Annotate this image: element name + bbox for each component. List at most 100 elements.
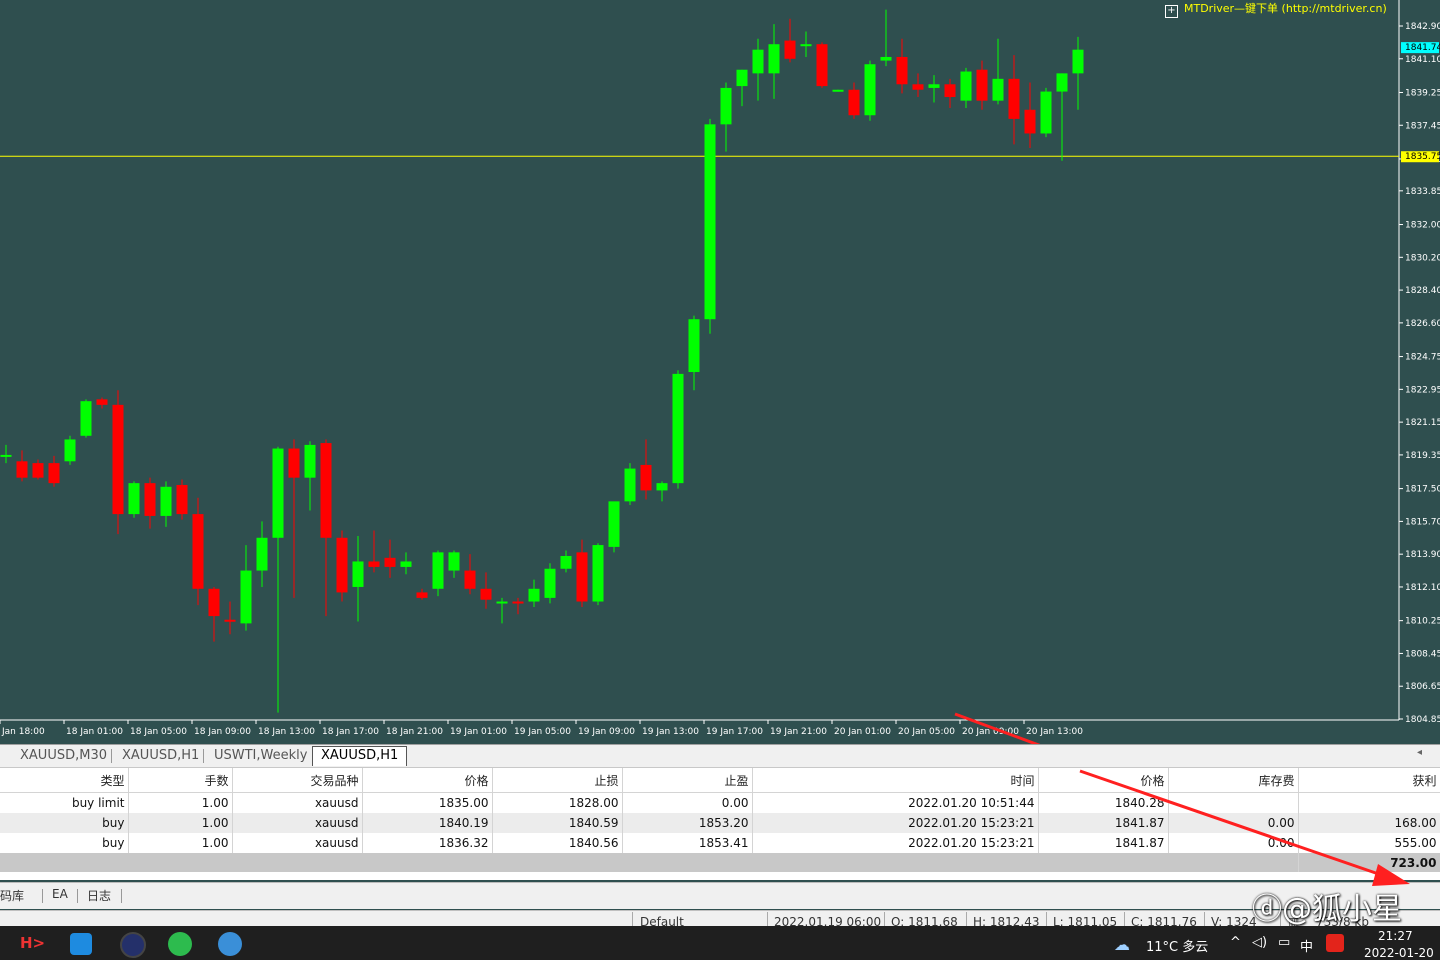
price-tick-label: 1815.70 [1405, 517, 1440, 527]
order-current-price: 1841.87 [1038, 813, 1169, 833]
tab-uswti-weekly[interactable]: USWTI,Weekly [206, 747, 315, 765]
col-symbol[interactable]: 交易品种 [232, 768, 363, 793]
order-sl: 1828.00 [492, 792, 623, 813]
order-row[interactable]: buy 1.00 xauusd 1836.32 1840.56 1853.41 … [0, 833, 1440, 853]
tab-code-base[interactable]: 代码库 [0, 887, 24, 904]
status-divider [884, 912, 885, 927]
app-icon[interactable] [218, 932, 242, 956]
candle-body [896, 56, 908, 85]
price-tick-label: 1830.20 [1405, 253, 1440, 263]
order-profit: 555.00 [1298, 833, 1440, 853]
orders-header-row: 类型 手数 交易品种 价格 止损 止盈 时间 价格 库存费 获利 [0, 768, 1440, 793]
candle-body [640, 464, 652, 491]
time-tick-label: 18 Jan 21:00 [386, 727, 443, 737]
candle-body [544, 568, 556, 598]
candle-body [672, 373, 684, 484]
order-row[interactable]: buy limit 1.00 xauusd 1835.00 1828.00 0.… [0, 792, 1440, 813]
candle-body [160, 486, 172, 516]
clock-date[interactable]: 2022-01-20 [1364, 946, 1434, 960]
current-price-label: 1841.74 [1405, 43, 1440, 53]
candle-body [768, 44, 780, 74]
order-tp: 1853.41 [622, 833, 753, 853]
col-type[interactable]: 类型 [0, 768, 129, 793]
trade-terminal: 类型 手数 交易品种 价格 止损 止盈 时间 价格 库存费 获利 buy lim… [0, 768, 1440, 880]
col-price[interactable]: 价格 [362, 768, 493, 793]
browser-app-icon[interactable] [70, 933, 92, 955]
tab-divider [111, 749, 112, 763]
time-tick-label: 18 Jan 17:00 [322, 727, 379, 737]
candle-body [944, 84, 956, 98]
clock-time[interactable]: 21:27 [1378, 929, 1413, 943]
chart-tabs-bar: XAUUSD,M30 XAUUSD,H1 USWTI,Weekly XAUUSD… [0, 744, 1440, 768]
order-tp: 1853.20 [622, 813, 753, 833]
mtdriver-plugin-label[interactable]: + MTDriver—键下单 (http://mtdriver.cn) [1165, 0, 1387, 18]
price-tick-label: 1810.25 [1405, 617, 1440, 627]
watermark-text: @狐小星 [1282, 892, 1402, 927]
candle-body [1072, 49, 1084, 74]
candle-body [608, 501, 620, 547]
col-lots[interactable]: 手数 [128, 768, 233, 793]
price-tick-label: 1819.35 [1405, 451, 1440, 461]
candle-body [464, 570, 476, 589]
col-time[interactable]: 时间 [752, 768, 1039, 793]
hx-app-icon[interactable]: H> [20, 934, 45, 952]
candle-body [48, 463, 60, 484]
candle-body [816, 44, 828, 87]
col-current-price[interactable]: 价格 [1038, 768, 1169, 793]
time-tick-label: 18 Jan 09:00 [194, 727, 251, 737]
candle-body [928, 84, 940, 88]
price-tick-label: 1821.15 [1405, 418, 1440, 428]
time-tick-label: 19 Jan 13:00 [642, 727, 699, 737]
order-row[interactable]: buy 1.00 xauusd 1840.19 1840.59 1853.20 … [0, 813, 1440, 833]
wechat-icon[interactable] [168, 932, 192, 956]
chevron-up-icon[interactable]: ^ [1230, 935, 1241, 950]
time-tick-label: 18 Jan 13:00 [258, 727, 315, 737]
status-divider [767, 912, 768, 927]
col-swap[interactable]: 库存费 [1168, 768, 1299, 793]
col-profit[interactable]: 获利 [1298, 768, 1440, 793]
tab-xauusd-m30[interactable]: XAUUSD,M30 [12, 747, 115, 765]
annotation-arrow-line [954, 712, 1041, 744]
tab-journal[interactable]: 日志 [87, 887, 111, 904]
tab-experts[interactable]: EA [52, 887, 68, 901]
order-sl: 1840.56 [492, 833, 623, 853]
candle-body [352, 561, 364, 587]
candle-body [112, 404, 124, 515]
trading-app-icon[interactable] [120, 932, 146, 958]
order-profit [1298, 792, 1440, 813]
col-stop-loss[interactable]: 止损 [492, 768, 623, 793]
candle-body [256, 537, 268, 571]
orders-total-row: 723.00 [0, 853, 1440, 872]
order-symbol: xauusd [232, 813, 363, 833]
candle-body [736, 69, 748, 87]
candle-body [224, 619, 236, 622]
tab-divider [121, 889, 122, 903]
candle-body [384, 557, 396, 567]
candle-body [656, 483, 668, 491]
candle-body [864, 64, 876, 116]
weather-text[interactable]: 11°C 多云 [1146, 936, 1208, 955]
candle-body [208, 588, 220, 617]
price-tick-label: 1828.40 [1405, 286, 1440, 296]
chart-canvas[interactable]: 1842.901841.101839.251837.451835.601833.… [0, 0, 1440, 744]
time-tick-label: 19 Jan 01:00 [450, 727, 507, 737]
ime-indicator[interactable]: 中 [1300, 936, 1313, 955]
sogou-icon[interactable] [1326, 934, 1344, 952]
candle-body [272, 448, 284, 538]
col-take-profit[interactable]: 止盈 [622, 768, 753, 793]
tab-scroll-left-icon[interactable]: ◂ [1417, 747, 1422, 758]
candle-body [96, 399, 108, 405]
candle-body [512, 601, 524, 604]
network-icon[interactable]: ▭ [1278, 935, 1290, 950]
order-swap: 0.00 [1168, 813, 1299, 833]
tab-divider [42, 889, 43, 903]
tab-xauusd-h1-active[interactable]: XAUUSD,H1 [312, 746, 408, 766]
cloud-icon: ☁ [1114, 935, 1130, 954]
status-divider [632, 912, 633, 927]
volume-icon[interactable]: ◁) [1252, 935, 1267, 950]
candle-body [704, 124, 716, 320]
status-divider [1124, 912, 1125, 927]
price-chart[interactable]: 1842.901841.101839.251837.451835.601833.… [0, 0, 1440, 744]
tab-xauusd-h1[interactable]: XAUUSD,H1 [114, 747, 207, 765]
plus-icon[interactable]: + [1165, 5, 1178, 18]
